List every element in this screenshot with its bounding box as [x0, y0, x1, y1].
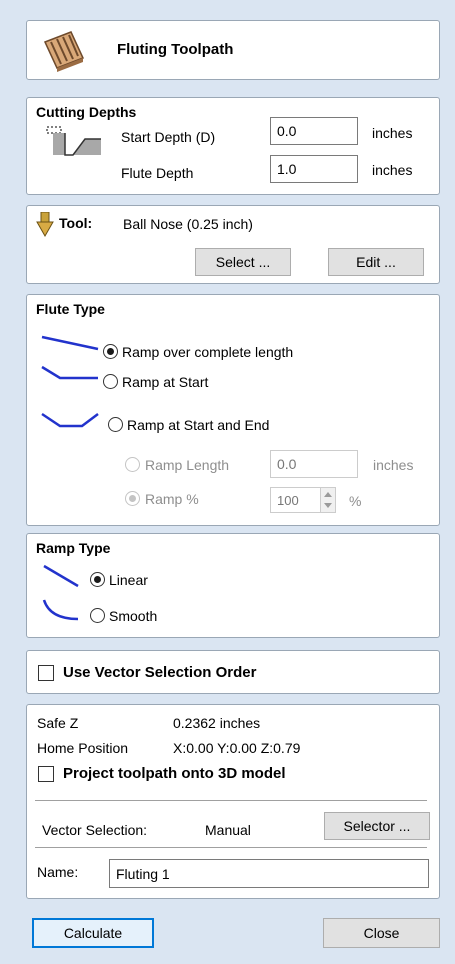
flute-type-title: Flute Type	[36, 301, 105, 317]
ramp-type-panel: Ramp Type Linear Smooth	[26, 533, 440, 638]
linear-ramp-icon	[43, 564, 79, 588]
ramp-start-end-icon	[41, 412, 99, 428]
ramp-complete-icon	[41, 335, 99, 351]
calculate-button[interactable]: Calculate	[32, 918, 154, 948]
ramp-percent-stepper[interactable]	[320, 487, 336, 513]
name-input[interactable]	[109, 859, 429, 888]
project-toolpath-label[interactable]: Project toolpath onto 3D model	[63, 765, 286, 782]
stepper-up-icon[interactable]	[324, 492, 332, 497]
info-divider	[35, 800, 427, 801]
project-toolpath-checkbox[interactable]	[38, 766, 54, 782]
tool-panel: Tool: Ball Nose (0.25 inch) Select ... E…	[26, 205, 440, 284]
vector-selection-value: Manual	[205, 822, 251, 838]
ramp-complete-label[interactable]: Ramp over complete length	[122, 344, 293, 360]
tool-icon	[36, 212, 54, 238]
name-divider	[35, 847, 427, 848]
ramp-percent-radio[interactable]	[125, 491, 140, 506]
ramp-start-icon	[41, 365, 98, 380]
start-depth-label: Start Depth (D)	[121, 129, 216, 145]
ramp-length-units: inches	[373, 457, 414, 473]
tool-edit-button[interactable]: Edit ...	[328, 248, 424, 276]
start-depth-units: inches	[372, 125, 413, 141]
ramp-length-radio[interactable]	[125, 457, 140, 472]
ramp-length-label: Ramp Length	[145, 457, 230, 473]
header-panel: Fluting Toolpath	[26, 20, 440, 80]
close-button[interactable]: Close	[323, 918, 440, 948]
ramp-type-title: Ramp Type	[36, 540, 111, 556]
ramp-percent-input[interactable]	[270, 487, 322, 513]
info-panel: Safe Z 0.2362 inches Home Position X:0.0…	[26, 704, 440, 899]
ramp-start-label[interactable]: Ramp at Start	[122, 374, 208, 390]
ramp-percent-units: %	[349, 493, 362, 509]
flute-depth-units: inches	[372, 162, 413, 178]
ramp-start-end-label[interactable]: Ramp at Start and End	[127, 417, 269, 433]
depth-diagram-icon	[46, 126, 101, 156]
flute-depth-label: Flute Depth	[121, 165, 194, 181]
flute-type-panel: Flute Type Ramp over complete length Ram…	[26, 294, 440, 526]
ramp-start-radio[interactable]	[103, 374, 118, 389]
ramp-complete-radio[interactable]	[103, 344, 118, 359]
vector-order-panel: Use Vector Selection Order	[26, 650, 440, 694]
home-position-value: X:0.00 Y:0.00 Z:0.79	[173, 740, 301, 756]
cutting-depths-panel: Cutting Depths Start Depth (D) inches Fl…	[26, 97, 440, 195]
fluting-icon	[43, 31, 85, 72]
linear-label[interactable]: Linear	[109, 572, 148, 588]
cutting-depths-title: Cutting Depths	[36, 104, 137, 120]
start-depth-input[interactable]	[270, 117, 358, 145]
smooth-label[interactable]: Smooth	[109, 608, 157, 624]
safe-z-label: Safe Z	[37, 715, 79, 731]
linear-radio[interactable]	[90, 572, 105, 587]
vector-order-checkbox[interactable]	[38, 665, 54, 681]
ramp-percent-label: Ramp %	[145, 491, 199, 507]
smooth-radio[interactable]	[90, 608, 105, 623]
vector-selection-label: Vector Selection:	[42, 822, 148, 838]
tool-select-button[interactable]: Select ...	[195, 248, 291, 276]
ramp-length-input[interactable]	[270, 450, 358, 478]
home-position-label: Home Position	[37, 740, 129, 756]
tool-label: Tool:	[59, 215, 93, 231]
flute-depth-input[interactable]	[270, 155, 358, 183]
name-label: Name:	[37, 864, 79, 880]
selector-button[interactable]: Selector ...	[324, 812, 430, 840]
safe-z-value: 0.2362 inches	[173, 715, 261, 731]
tool-name: Ball Nose (0.25 inch)	[123, 216, 253, 232]
smooth-ramp-icon	[42, 599, 79, 621]
stepper-down-icon[interactable]	[324, 503, 332, 508]
page-title: Fluting Toolpath	[117, 41, 234, 58]
ramp-start-end-radio[interactable]	[108, 417, 123, 432]
vector-order-label[interactable]: Use Vector Selection Order	[63, 664, 256, 681]
